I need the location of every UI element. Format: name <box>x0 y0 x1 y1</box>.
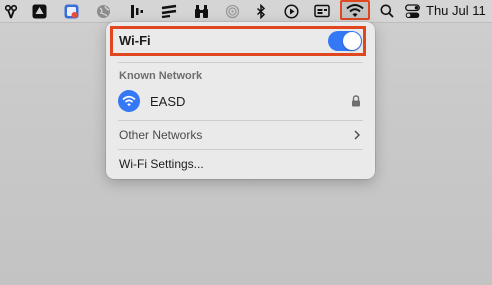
wifi-toggle[interactable] <box>328 31 362 51</box>
other-networks-item[interactable]: Other Networks <box>119 128 202 143</box>
binoculars-icon[interactable] <box>193 3 209 19</box>
known-network-label: Known Network <box>119 70 203 82</box>
network-wifi-icon <box>118 90 140 112</box>
wifi-settings-item[interactable]: Wi-Fi Settings... <box>119 157 204 172</box>
globe-icon[interactable] <box>95 3 111 19</box>
bluetooth-icon[interactable] <box>255 3 267 19</box>
divider <box>118 120 363 121</box>
network-item-easd[interactable] <box>110 86 366 116</box>
lock-icon <box>351 94 361 107</box>
screenshot-icon[interactable] <box>63 3 79 19</box>
chevron-right-icon <box>353 128 361 142</box>
scissors-icon[interactable] <box>4 3 18 19</box>
airdrop-icon[interactable] <box>224 3 240 19</box>
network-name: EASD <box>150 94 186 109</box>
divider <box>118 149 363 150</box>
wifi-title: Wi-Fi <box>119 33 151 48</box>
menu-bar-clock[interactable]: Thu Jul 11 <box>426 3 486 19</box>
screen-mirror-icon[interactable] <box>313 3 330 19</box>
control-center-icon[interactable] <box>404 3 420 19</box>
audio-bars-icon[interactable] <box>129 3 145 19</box>
wifi-toggle-knob <box>343 32 361 50</box>
search-icon[interactable] <box>379 3 394 19</box>
sliders-icon[interactable] <box>160 3 177 19</box>
menu-bar: Thu Jul 11 <box>0 0 492 23</box>
drive-icon[interactable] <box>31 3 47 19</box>
play-icon[interactable] <box>283 3 299 19</box>
divider <box>118 62 363 63</box>
wifi-icon[interactable] <box>346 2 364 18</box>
